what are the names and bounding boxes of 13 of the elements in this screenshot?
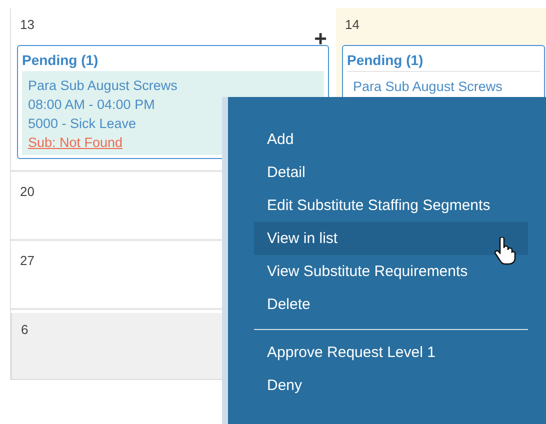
hand-cursor-icon: [494, 237, 516, 265]
request-text: Para Sub August Screws: [28, 77, 178, 95]
day-number: 27: [19, 252, 34, 268]
request-text: Para Sub August Screws: [353, 78, 502, 96]
request-text: 5000 - Sick Leave: [28, 115, 136, 133]
day-number: 14: [344, 16, 360, 32]
status-heading: Pending (1): [22, 51, 98, 70]
menu-item[interactable]: View in list: [254, 222, 528, 255]
day-number: 20: [19, 183, 34, 199]
day-number: 6: [20, 321, 28, 337]
day-number: 13: [19, 16, 34, 32]
status-heading: Pending (1): [347, 51, 424, 70]
request-text: 08:00 AM - 04:00 PM: [28, 96, 155, 114]
